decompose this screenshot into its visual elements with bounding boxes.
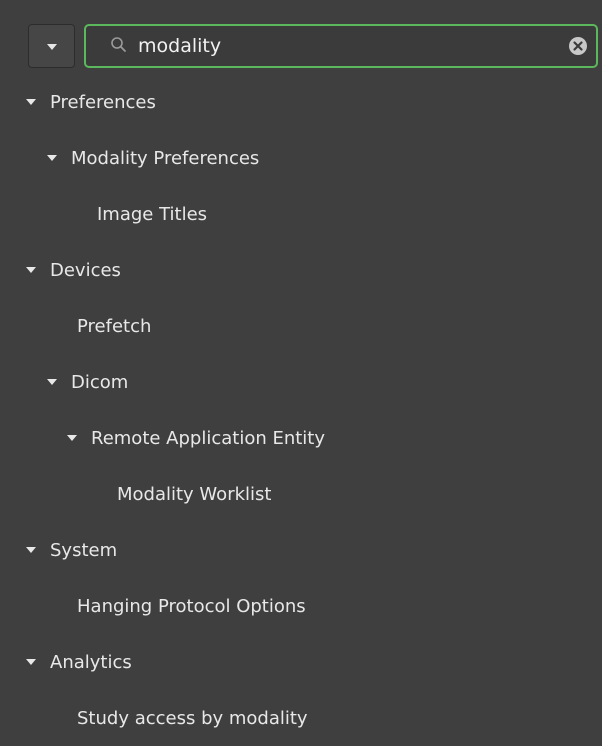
search-icon	[111, 37, 126, 52]
chevron-down-icon	[47, 44, 57, 50]
search-box[interactable]	[84, 24, 598, 68]
tree-node-label: Preferences	[50, 91, 156, 113]
tree-node-label: Hanging Protocol Options	[77, 595, 306, 617]
tree-node-study-access-by-modality[interactable]: Study access by modality	[0, 690, 602, 746]
tree-node-label: Devices	[50, 259, 121, 281]
tree-node-modality-preferences[interactable]: Modality Preferences	[0, 130, 602, 186]
settings-tree-panel: Preferences Modality Preferences Image T…	[0, 0, 602, 746]
tree-node-label: Modality Preferences	[71, 147, 260, 169]
search-row	[28, 24, 598, 68]
tree-node-preferences[interactable]: Preferences	[0, 74, 602, 130]
tree-node-label: Dicom	[71, 371, 129, 393]
tree-node-hanging-protocol-options[interactable]: Hanging Protocol Options	[0, 578, 602, 634]
clear-search-icon[interactable]	[568, 36, 588, 56]
tree-node-system[interactable]: System	[0, 522, 602, 578]
tree-node-prefetch[interactable]: Prefetch	[0, 298, 602, 354]
tree-node-analytics[interactable]: Analytics	[0, 634, 602, 690]
tree-node-label: Modality Worklist	[117, 483, 272, 505]
tree-node-label: Image Titles	[97, 203, 208, 225]
tree-node-devices[interactable]: Devices	[0, 242, 602, 298]
tree-node-label: Analytics	[50, 651, 132, 673]
expanded-triangle-icon[interactable]	[47, 379, 57, 385]
tree-node-label: System	[50, 539, 118, 561]
expanded-triangle-icon[interactable]	[26, 267, 36, 273]
search-input[interactable]	[138, 32, 558, 60]
expanded-triangle-icon[interactable]	[26, 99, 36, 105]
tree-node-modality-worklist[interactable]: Modality Worklist	[0, 466, 602, 522]
expand-collapse-dropdown-button[interactable]	[28, 24, 75, 68]
tree-node-dicom[interactable]: Dicom	[0, 354, 602, 410]
tree-node-image-titles[interactable]: Image Titles	[0, 186, 602, 242]
expanded-triangle-icon[interactable]	[67, 435, 77, 441]
tree-node-label: Study access by modality	[77, 707, 308, 729]
expanded-triangle-icon[interactable]	[26, 547, 36, 553]
tree-node-label: Remote Application Entity	[91, 427, 326, 449]
expanded-triangle-icon[interactable]	[26, 659, 36, 665]
tree-node-label: Prefetch	[77, 315, 152, 337]
settings-tree: Preferences Modality Preferences Image T…	[0, 74, 602, 746]
tree-node-remote-application-entity[interactable]: Remote Application Entity	[0, 410, 602, 466]
expanded-triangle-icon[interactable]	[47, 155, 57, 161]
